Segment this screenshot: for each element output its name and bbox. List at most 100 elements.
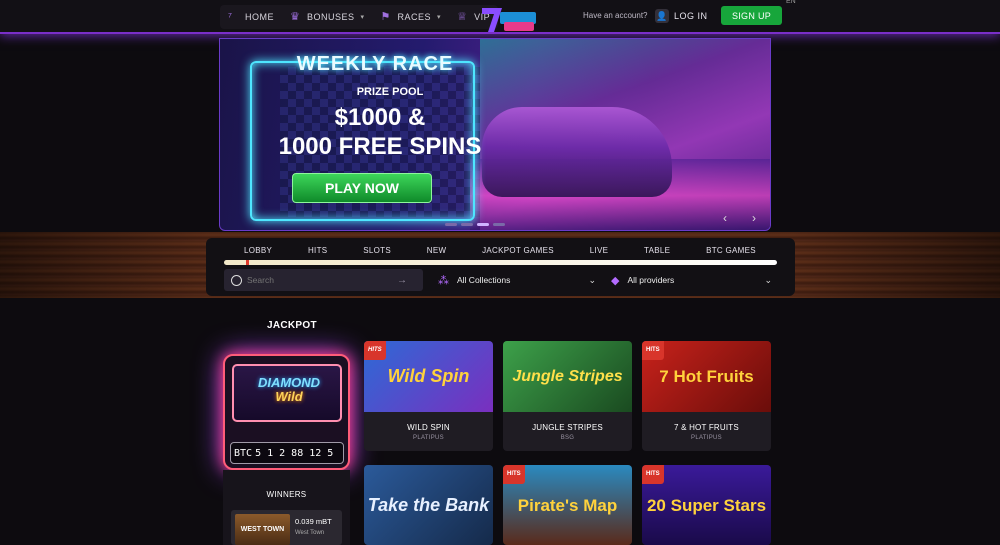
- banner-dot[interactable]: [461, 223, 473, 226]
- banner-dot-active[interactable]: [477, 223, 489, 226]
- site-logo[interactable]: [478, 4, 542, 36]
- game-thumbnail[interactable]: 7 Hot Fruits HITS: [642, 341, 771, 412]
- game-card[interactable]: Wild Spin HITS WILD SPIN PLATIPUS: [364, 341, 493, 451]
- game-name: 7 & HOT FRUITS: [674, 423, 739, 432]
- chevron-down-icon: ⌄: [764, 274, 772, 285]
- banner-subtitle: PRIZE POOL: [356, 86, 424, 98]
- user-icon: 👤: [655, 9, 669, 23]
- main-nav: ⁷ HOME ♛ BONUSES ▾ ⚑ RACES ▾ ♕ VIP: [220, 5, 499, 29]
- play-now-button[interactable]: PLAY NOW: [292, 173, 432, 203]
- tab-slots[interactable]: SLOTS: [363, 246, 391, 255]
- seven-logo-icon: ⁷: [228, 10, 233, 23]
- game-name: WILD SPIN: [407, 423, 450, 432]
- jackpot-logo-line1: DIAMOND: [257, 375, 321, 390]
- seven-bit-logo-icon: [482, 8, 536, 32]
- game-art-title: Pirate's Map: [517, 495, 618, 515]
- banner-title: WEEKLY RACE: [296, 53, 454, 75]
- winners-title: WINNERS: [266, 490, 307, 499]
- active-tab-marker: [246, 260, 249, 265]
- login-label: LOG IN: [674, 11, 708, 21]
- banner-pagination: [445, 223, 505, 226]
- game-art-title: 7 Hot Fruits: [659, 367, 754, 386]
- winner-card[interactable]: WEST TOWN 0.039 mBT West Town: [231, 510, 342, 545]
- game-card[interactable]: Pirate's Map HITS: [503, 465, 632, 545]
- category-tabs: LOBBY HITS SLOTS NEW JACKPOT GAMES LIVE …: [222, 246, 778, 255]
- banner-next-arrow[interactable]: ›: [752, 211, 756, 225]
- nav-bonuses-label: BONUSES: [307, 12, 355, 22]
- nav-races-label: RACES: [397, 12, 432, 22]
- game-provider: PLATIPUS: [691, 435, 722, 441]
- game-thumbnail[interactable]: 20 Super Stars HITS: [642, 465, 771, 545]
- filter-panel: LOBBY HITS SLOTS NEW JACKPOT GAMES LIVE …: [206, 238, 795, 296]
- vip-crown-icon: ♕: [457, 10, 468, 23]
- race-flag-icon: ⚑: [380, 10, 391, 23]
- banner-amount-line2: 1000 FREE SPINS: [278, 133, 482, 160]
- game-art-title: Jungle Stripes: [512, 368, 623, 385]
- jackpot-title: JACKPOT: [267, 320, 317, 331]
- game-thumbnail[interactable]: Pirate's Map HITS: [503, 465, 632, 545]
- nav-home-label: HOME: [245, 12, 274, 22]
- game-provider: BSG: [560, 435, 575, 441]
- winner-game-name: West Town: [295, 530, 325, 536]
- tab-hits[interactable]: HITS: [308, 246, 327, 255]
- category-indicator-bar: [224, 260, 777, 265]
- tab-live[interactable]: LIVE: [590, 246, 609, 255]
- arrow-right-icon[interactable]: →: [397, 275, 407, 286]
- jackpot-logo-line2: Wild: [275, 389, 303, 404]
- tab-lobby[interactable]: LOBBY: [244, 246, 272, 255]
- search-icon: [231, 274, 242, 286]
- winner-game-thumb: WEST TOWN: [235, 514, 290, 545]
- hits-badge: HITS: [364, 341, 386, 360]
- game-thumbnail[interactable]: Jungle Stripes: [503, 341, 632, 412]
- game-thumbnail[interactable]: Take the Bank: [364, 465, 493, 545]
- tab-btc-games[interactable]: BTC GAMES: [706, 246, 756, 255]
- providers-label: All providers: [627, 275, 675, 285]
- winners-panel: WINNERS WEST TOWN 0.039 mBT West Town: [223, 470, 350, 545]
- crown-icon: ♛: [290, 10, 301, 23]
- collections-label: All Collections: [457, 275, 511, 285]
- signup-button[interactable]: SIGN UP: [721, 6, 782, 25]
- chevron-down-icon: ▾: [437, 14, 442, 21]
- collections-icon: ⁂: [438, 274, 449, 287]
- banner-dot[interactable]: [493, 223, 505, 226]
- jackpot-digits: 5 1 2 88 12 5: [255, 447, 334, 459]
- jackpot-game-logo: DIAMOND Wild: [244, 376, 334, 404]
- chevron-down-icon: ▾: [360, 14, 365, 21]
- banner-prev-arrow[interactable]: ‹: [723, 211, 727, 225]
- hits-badge: HITS: [503, 465, 525, 484]
- nav-home[interactable]: ⁷ HOME: [220, 5, 282, 29]
- tab-table[interactable]: TABLE: [644, 246, 670, 255]
- promo-banner[interactable]: WEEKLY RACE PRIZE POOL $1000 & 1000 FREE…: [219, 38, 771, 231]
- game-art-title: 20 Super Stars: [646, 495, 767, 515]
- top-header: ⁷ HOME ♛ BONUSES ▾ ⚑ RACES ▾ ♕ VIP Have …: [0, 0, 1000, 34]
- game-thumbnail[interactable]: Wild Spin HITS: [364, 341, 493, 412]
- hits-badge: HITS: [642, 465, 664, 484]
- banner-amount-line1: $1000 &: [334, 104, 426, 131]
- tab-jackpot-games[interactable]: JACKPOT GAMES: [482, 246, 554, 255]
- banner-amount: $1000 & 1000 FREE SPINS: [250, 103, 510, 161]
- jackpot-currency: BTC: [234, 447, 253, 459]
- game-card[interactable]: Jungle Stripes JUNGLE STRIPES BSG: [503, 341, 632, 451]
- banner-dot[interactable]: [445, 223, 457, 226]
- nav-races[interactable]: ⚑ RACES ▾: [373, 5, 450, 29]
- diamond-icon: ◆: [611, 274, 620, 287]
- winner-amount: 0.039 mBT: [295, 517, 332, 526]
- game-card[interactable]: Take the Bank: [364, 465, 493, 545]
- language-selector[interactable]: EN: [786, 0, 796, 5]
- game-card[interactable]: 20 Super Stars HITS: [642, 465, 771, 545]
- search-box: →: [224, 269, 423, 291]
- hits-badge: HITS: [642, 341, 664, 360]
- chevron-down-icon: ⌄: [588, 274, 596, 285]
- collections-dropdown[interactable]: ⁂ All Collections ⌄: [438, 269, 596, 291]
- game-art-title: Take the Bank: [367, 494, 490, 515]
- jackpot-game-screen: DIAMOND Wild: [232, 364, 342, 422]
- providers-dropdown[interactable]: ◆ All providers ⌄: [611, 269, 772, 291]
- login-button[interactable]: 👤 LOG IN: [655, 6, 708, 26]
- game-card[interactable]: 7 Hot Fruits HITS 7 & HOT FRUITS PLATIPU…: [642, 341, 771, 451]
- jackpot-machine[interactable]: DIAMOND Wild BTC 5 1 2 88 12 5: [223, 354, 350, 470]
- search-input[interactable]: [247, 275, 397, 285]
- nav-bonuses[interactable]: ♛ BONUSES ▾: [282, 5, 373, 29]
- game-provider: PLATIPUS: [413, 435, 444, 441]
- tab-new[interactable]: NEW: [427, 246, 447, 255]
- have-account-text: Have an account?: [583, 11, 648, 20]
